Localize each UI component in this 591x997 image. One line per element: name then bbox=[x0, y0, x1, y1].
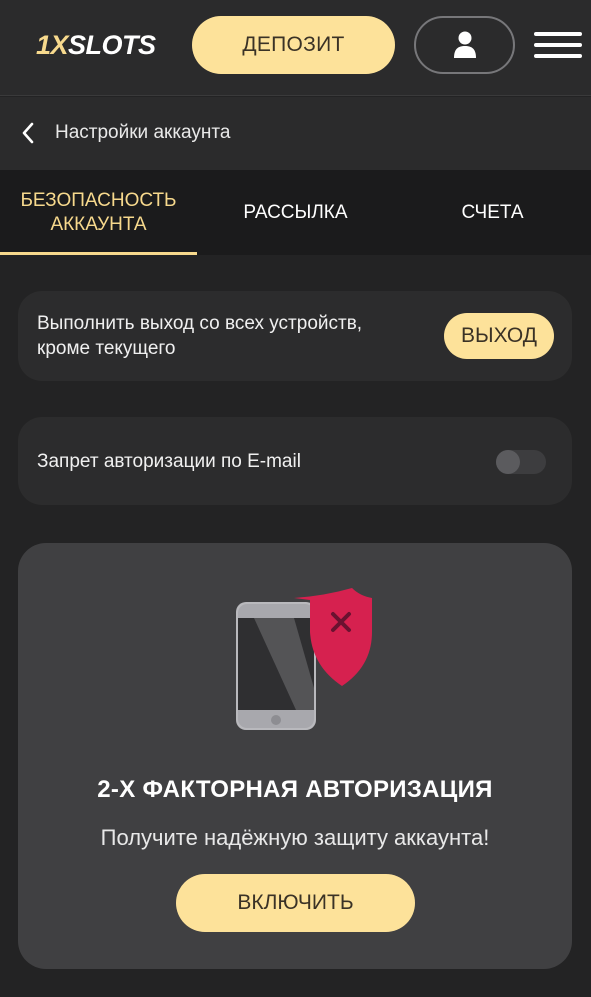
tab-label-line2: АККАУНТА bbox=[50, 213, 147, 235]
logo-prefix: 1X bbox=[36, 30, 69, 60]
toggle-knob bbox=[496, 450, 520, 474]
email-auth-ban-card: Запрет авторизации по E-mail bbox=[18, 417, 572, 505]
profile-button[interactable] bbox=[414, 16, 515, 74]
hamburger-icon bbox=[534, 32, 582, 36]
settings-tabs: БЕЗОПАСНОСТЬ АККАУНТА РАССЫЛКА СЧЕТА bbox=[0, 170, 591, 255]
phone-shield-icon bbox=[236, 588, 372, 730]
chevron-left-icon[interactable] bbox=[20, 121, 36, 145]
user-icon bbox=[453, 31, 476, 58]
hamburger-icon bbox=[534, 54, 582, 58]
tab-mailing[interactable]: РАССЫЛКА bbox=[197, 170, 394, 255]
email-auth-ban-label: Запрет авторизации по E-mail bbox=[37, 451, 301, 472]
deposit-button[interactable]: ДЕПОЗИТ bbox=[192, 16, 395, 74]
logout-button[interactable]: ВЫХОД bbox=[444, 313, 554, 359]
logout-all-devices-card: Выполнить выход со всех устройств, кроме… bbox=[18, 291, 572, 381]
logout-description-line2: кроме текущего bbox=[37, 338, 176, 359]
tab-accounts[interactable]: СЧЕТА bbox=[394, 170, 591, 255]
logout-description-line1: Выполнить выход со всех устройств, bbox=[37, 313, 363, 334]
logout-description: Выполнить выход со всех устройств, кроме… bbox=[37, 311, 417, 361]
two-factor-card: 2-Х ФАКТОРНАЯ АВТОРИЗАЦИЯ Получите надёж… bbox=[18, 543, 572, 969]
page-title: Настройки аккаунта bbox=[55, 122, 231, 143]
top-header: 1XSLOTS ДЕПОЗИТ bbox=[0, 0, 591, 96]
logo-suffix: SLOTS bbox=[68, 30, 156, 60]
two-factor-subtitle: Получите надёжную защиту аккаунта! bbox=[100, 825, 490, 850]
tab-account-security[interactable]: БЕЗОПАСНОСТЬ АККАУНТА bbox=[0, 170, 197, 255]
hamburger-icon bbox=[534, 43, 582, 47]
hamburger-menu-button[interactable] bbox=[534, 32, 582, 58]
two-factor-title: 2-Х ФАКТОРНАЯ АВТОРИЗАЦИЯ bbox=[97, 776, 493, 803]
brand-logo[interactable]: 1XSLOTS bbox=[36, 28, 156, 62]
enable-two-factor-button[interactable]: ВКЛЮЧИТЬ bbox=[176, 874, 415, 932]
email-auth-ban-toggle[interactable] bbox=[496, 450, 546, 474]
breadcrumb: Настройки аккаунта bbox=[0, 97, 591, 170]
active-tab-indicator bbox=[0, 252, 197, 255]
tab-label-line1: БЕЗОПАСНОСТЬ bbox=[20, 189, 177, 211]
